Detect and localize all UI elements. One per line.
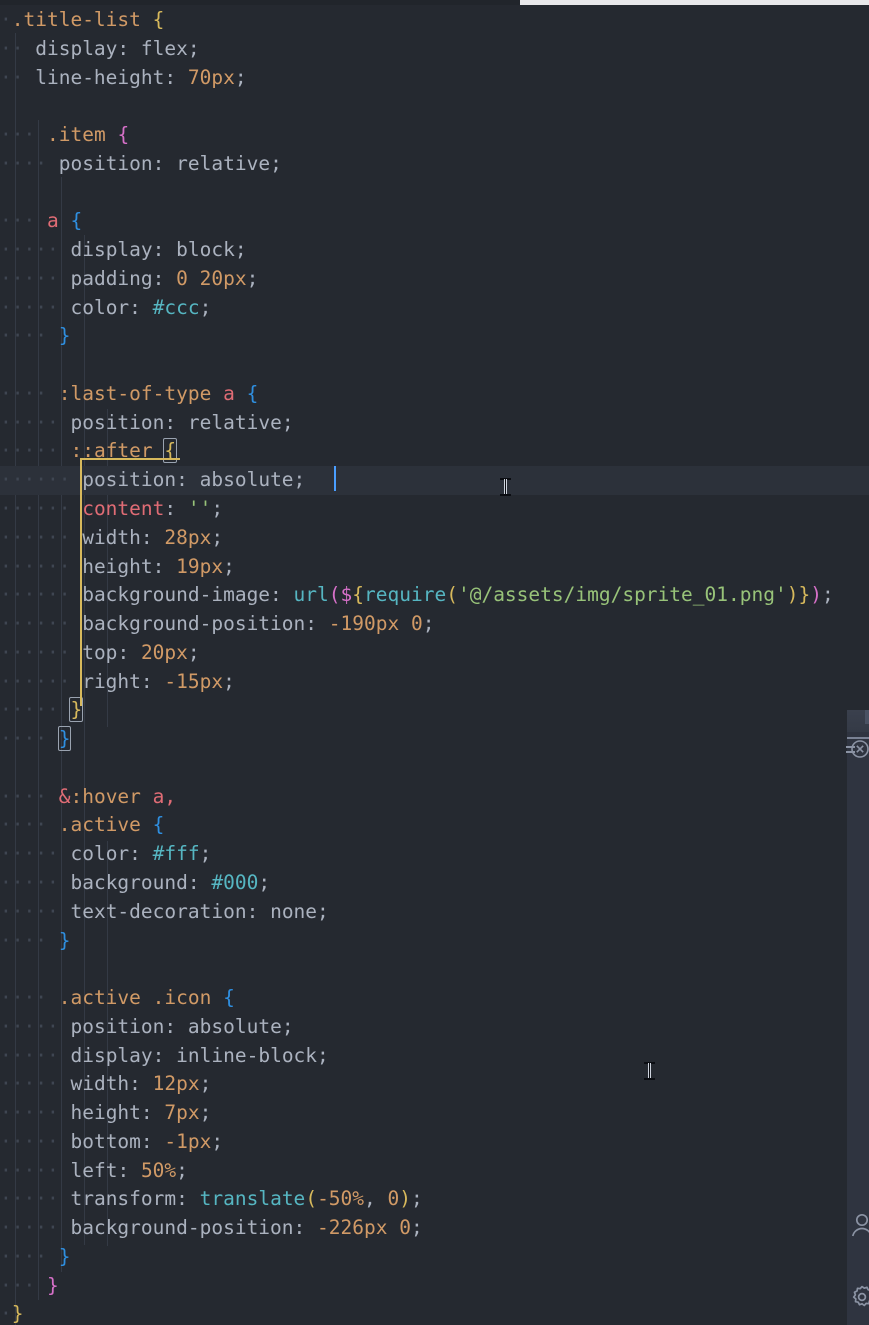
code-line[interactable]: ····· text-decoration: none; [0, 898, 869, 927]
code-line[interactable]: ····· width: 12px; [0, 1070, 869, 1099]
code-line-blank[interactable] [0, 955, 869, 984]
code-line-blank[interactable] [0, 179, 869, 208]
code-line[interactable]: ······ content: ''; [0, 495, 869, 524]
code-line[interactable]: ··· a { [0, 207, 869, 236]
account-person-icon[interactable] [847, 1210, 869, 1240]
text-caret [334, 466, 336, 491]
bracket-close-outer: } [57, 726, 72, 752]
code-line[interactable]: ····· transform: translate(-50%, 0); [0, 1185, 869, 1214]
code-editor[interactable]: ·.title-list { ·· display: flex; ·· line… [0, 0, 869, 1325]
code-line[interactable]: ····· padding: 0 20px; [0, 265, 869, 294]
close-circle-icon[interactable] [849, 738, 869, 760]
code-line[interactable]: ·· line-height: 70px; [0, 64, 869, 93]
code-line[interactable]: ···· .active .icon { [0, 984, 869, 1013]
code-line[interactable]: ······ background-image: url(${require('… [0, 581, 869, 610]
code-line[interactable]: ····· background-position: -226px 0; [0, 1214, 869, 1243]
mouse-ibeam-pointer [500, 476, 511, 498]
code-line[interactable]: ··· .item { [0, 121, 869, 150]
code-line[interactable]: ····· display: block; [0, 236, 869, 265]
code-line-blank[interactable] [0, 92, 869, 121]
code-line[interactable]: ····· } [0, 696, 869, 725]
code-line[interactable]: ····· ::after { [0, 437, 869, 466]
code-line[interactable]: ···· :last-of-type a { [0, 380, 869, 409]
code-line[interactable]: ·· display: flex; [0, 35, 869, 64]
settings-gear-icon[interactable] [847, 1282, 869, 1312]
code-line[interactable]: ·.title-list { [0, 6, 869, 35]
code-line[interactable]: ···· } [0, 322, 869, 351]
code-line[interactable]: ···· } [0, 1243, 869, 1272]
code-line-blank[interactable] [0, 754, 869, 783]
bracket-pair-guide-vertical [80, 458, 82, 706]
code-line-blank[interactable] [0, 351, 869, 380]
code-line[interactable]: ····· display: inline-block; [0, 1042, 869, 1071]
code-line[interactable]: ··· } [0, 1272, 869, 1301]
code-line[interactable]: ······ right: -15px; [0, 668, 869, 697]
code-line[interactable]: ····· height: 7px; [0, 1099, 869, 1128]
code-line[interactable]: ······ top: 20px; [0, 639, 869, 668]
code-line[interactable]: ···· } [0, 927, 869, 956]
code-line[interactable]: ····· background: #000; [0, 869, 869, 898]
code-line-current[interactable]: ······ position: absolute; [0, 466, 869, 496]
code-line[interactable]: ·} [0, 1300, 869, 1325]
code-line[interactable]: ···· &:hover a, [0, 783, 869, 812]
code-line[interactable]: ······ height: 19px; [0, 553, 869, 582]
code-line[interactable]: ····· position: relative; [0, 409, 869, 438]
code-line[interactable]: ···· .active { [0, 811, 869, 840]
code-line[interactable]: ······ background-position: -190px 0; [0, 610, 869, 639]
code-line[interactable]: ····· position: absolute; [0, 1013, 869, 1042]
code-line[interactable]: ····· color: #ccc; [0, 294, 869, 323]
code-line[interactable]: ····· color: #fff; [0, 840, 869, 869]
code-line[interactable]: ···· } [0, 725, 869, 754]
code-line[interactable]: ···· position: relative; [0, 150, 869, 179]
code-line[interactable]: ····· bottom: -1px; [0, 1128, 869, 1157]
vertical-scrollbar-slider[interactable] [865, 710, 869, 724]
code-line[interactable]: ······ width: 28px; [0, 524, 869, 553]
bracket-pair-guide-top [80, 458, 180, 460]
code-line[interactable]: ····· left: 50%; [0, 1157, 869, 1186]
code-content[interactable]: ·.title-list { ·· display: flex; ·· line… [0, 5, 869, 1325]
mouse-ibeam-pointer-secondary [644, 1060, 655, 1082]
